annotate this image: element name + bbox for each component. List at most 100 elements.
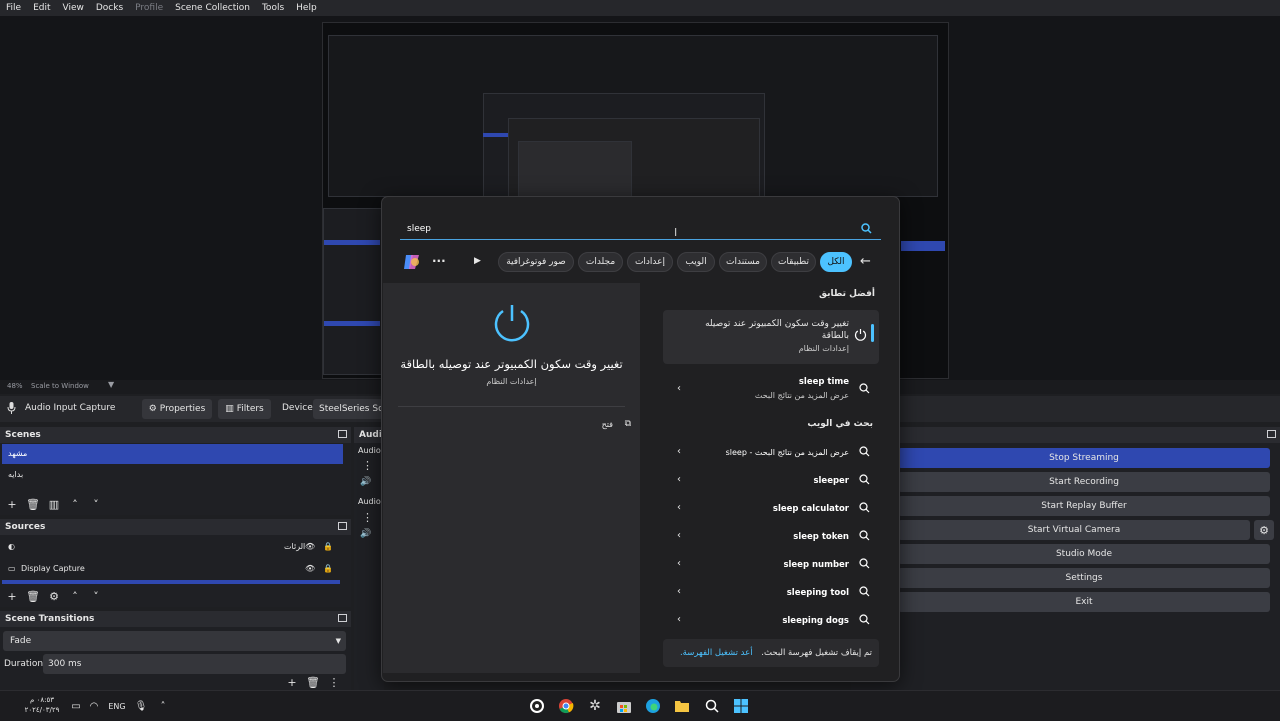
eye-icon[interactable]: 👁 [305, 559, 315, 579]
arrow-up-icon[interactable]: ˄ [66, 588, 84, 605]
chevron-down-icon[interactable]: ▼ [108, 380, 114, 389]
web-result[interactable]: ‹ sleeping dogs [663, 608, 879, 634]
tab-settings[interactable]: إعدادات [627, 252, 673, 272]
browser-source-icon: ◐ [8, 542, 15, 551]
menu-help[interactable]: Help [290, 3, 323, 13]
scene-item[interactable]: مشهد [2, 444, 343, 464]
volume-icon[interactable]: 🔊 [360, 529, 371, 539]
filter-icon[interactable]: ▥ [45, 496, 63, 513]
web-result[interactable]: ‹ sleeper [663, 468, 879, 494]
float-dock-icon[interactable] [338, 522, 347, 530]
sources-title: Sources [0, 519, 351, 535]
transitions-title: Scene Transitions [0, 611, 351, 627]
stop-streaming-button[interactable]: Stop Streaming [898, 448, 1270, 468]
device-select[interactable]: SteelSeries Sona [313, 399, 383, 419]
tab-web[interactable]: الويب [677, 252, 715, 272]
restart-indexing-link[interactable]: أعد تشغيل الفهرسة. [680, 648, 753, 658]
lock-icon[interactable]: 🔒 [323, 537, 333, 557]
tab-all[interactable]: الكل [820, 252, 852, 272]
chrome-icon[interactable] [556, 696, 576, 716]
web-result[interactable]: ‹ sleep - عرض المزيد من نتائج البحث [663, 440, 879, 466]
arrow-up-icon[interactable]: ˄ [66, 496, 84, 513]
chevron-up-icon[interactable]: ˄ [153, 696, 173, 716]
openai-icon[interactable]: ✲ [585, 696, 605, 716]
scene-item[interactable]: بدايه [2, 465, 343, 485]
filters-button[interactable]: ▥ Filters [218, 399, 271, 419]
add-icon[interactable]: + [3, 496, 21, 513]
float-dock-icon[interactable] [338, 430, 347, 438]
gear-icon[interactable]: ⚙ [45, 588, 63, 605]
arrow-down-icon[interactable]: ˅ [87, 496, 105, 513]
search-input[interactable]: sleep [400, 218, 881, 240]
lock-icon[interactable]: 🔒 [323, 559, 333, 579]
volume-icon[interactable]: 🔊 [360, 477, 371, 487]
more-icon[interactable]: ··· [432, 254, 446, 268]
menu-docks[interactable]: Docks [90, 3, 129, 13]
language-indicator[interactable]: ENG [106, 696, 128, 716]
tab-photos[interactable]: صور فوتوغرافية [498, 252, 574, 272]
obs-icon[interactable] [527, 696, 547, 716]
source-item[interactable]: ▭ Display Capture 👁 🔒 [2, 559, 343, 579]
trash-icon[interactable]: 🗑 [304, 675, 322, 689]
tab-apps[interactable]: تطبيقات [771, 252, 816, 272]
folder-icon[interactable] [672, 696, 692, 716]
windows-start-icon[interactable] [731, 696, 751, 716]
microphone-icon[interactable]: 🎙 [131, 696, 151, 716]
web-result[interactable]: ‹ sleep number [663, 552, 879, 578]
wifi-icon[interactable]: ◠ [84, 696, 104, 716]
menu-scene-collection[interactable]: Scene Collection [169, 3, 256, 13]
menu-profile[interactable]: Profile [129, 3, 169, 13]
copilot-icon[interactable] [402, 252, 422, 275]
menu-edit[interactable]: Edit [27, 3, 56, 13]
settings-button[interactable]: Settings [898, 568, 1270, 588]
exit-button[interactable]: Exit [898, 592, 1270, 612]
store-icon[interactable] [614, 696, 634, 716]
start-replay-buffer-button[interactable]: Start Replay Buffer [898, 496, 1270, 516]
web-search-heading: بحث في الويب [807, 419, 873, 429]
float-dock-icon[interactable] [1267, 430, 1276, 438]
arrow-down-icon[interactable]: ˅ [87, 588, 105, 605]
clock[interactable]: ٠٨:٥٣ م ٢٠٢٤/٠٣/٢٩ [24, 695, 60, 715]
add-icon[interactable]: + [3, 588, 21, 605]
tab-folders[interactable]: مجلدات [578, 252, 623, 272]
menu-view[interactable]: View [57, 3, 90, 13]
studio-mode-button[interactable]: Studio Mode [898, 544, 1270, 564]
result-title: sleep time [798, 377, 849, 387]
trash-icon[interactable]: 🗑 [24, 588, 42, 605]
sleep-time-result[interactable]: ‹ sleep time عرض المزيد من نتائج البحث [663, 374, 879, 406]
web-result[interactable]: ‹ sleep calculator [663, 496, 879, 522]
battery-icon[interactable]: ▭ [66, 696, 86, 716]
filters-label: Filters [236, 404, 264, 414]
open-action[interactable]: ⧉ فتح [591, 419, 631, 433]
eye-icon[interactable]: 👁 [305, 537, 315, 557]
web-result[interactable]: ‹ sleep token [663, 524, 879, 550]
scale-mode[interactable]: Scale to Window [31, 382, 89, 390]
best-match-title: تغيير وقت سكون الكمبيوتر عند توصيله بالط… [705, 319, 849, 341]
edge-icon[interactable] [643, 696, 663, 716]
more-icon[interactable]: ⋮ [362, 459, 373, 472]
search-icon [859, 502, 871, 514]
float-dock-icon[interactable] [338, 614, 347, 622]
properties-button[interactable]: ⚙ Properties [142, 399, 212, 419]
tab-documents[interactable]: مستندات [719, 252, 767, 272]
add-icon[interactable]: + [283, 675, 301, 689]
start-recording-button[interactable]: Start Recording [898, 472, 1270, 492]
best-match-result[interactable]: تغيير وقت سكون الكمبيوتر عند توصيله بالط… [663, 310, 879, 364]
duration-field[interactable]: 300 ms [43, 654, 346, 674]
trash-icon[interactable]: 🗑 [24, 496, 42, 513]
menu-tools[interactable]: Tools [256, 3, 290, 13]
web-result[interactable]: ‹ sleeping tool [663, 580, 879, 606]
more-icon[interactable]: ⋮ [325, 675, 343, 689]
gear-icon[interactable]: ⚙ [1254, 520, 1274, 540]
open-external-icon: ⧉ [624, 419, 631, 429]
best-match-subtitle: إعدادات النظام [798, 344, 849, 353]
back-arrow-icon[interactable]: ← [860, 254, 871, 269]
play-icon[interactable]: ▶ [474, 256, 481, 266]
more-icon[interactable]: ⋮ [362, 511, 373, 524]
audio-channel-label: Audio [358, 497, 381, 506]
menu-file[interactable]: File [0, 3, 27, 13]
transition-select[interactable]: Fade ▼ [3, 631, 346, 651]
start-virtual-camera-button[interactable]: Start Virtual Camera [898, 520, 1250, 540]
source-item[interactable]: ◐ الرئات 👁 🔒 [2, 537, 343, 557]
search-icon[interactable] [702, 696, 722, 716]
